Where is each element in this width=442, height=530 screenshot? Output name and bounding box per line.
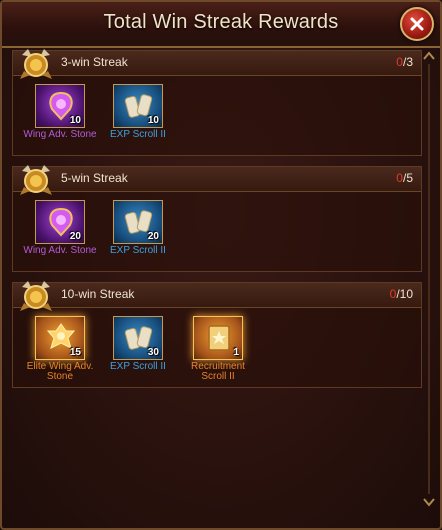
item-quantity: 10: [69, 115, 81, 126]
item-name: Recruitment Scroll II: [191, 361, 245, 382]
medal-icon: [20, 49, 52, 79]
medal-icon: [20, 165, 52, 195]
streak-section-3: 3-win Streak 0/3 10 Wing Adv. Stone 10 E…: [12, 49, 422, 156]
section-title: 3-win Streak: [61, 55, 128, 69]
scroll-track[interactable]: [428, 64, 430, 494]
item-slot: 1: [193, 316, 243, 360]
title-bar: Total Win Streak Rewards: [2, 2, 440, 48]
item-quantity: 20: [69, 231, 81, 242]
progress-current: 0: [396, 171, 403, 185]
streak-progress: 0/3: [396, 55, 413, 69]
item-name: EXP Scroll II: [110, 245, 166, 256]
progress-total: /5: [402, 171, 413, 185]
scrollbar[interactable]: [422, 50, 436, 508]
item-slot: 20: [35, 200, 85, 244]
item-slot: 10: [35, 84, 85, 128]
chevron-down-icon[interactable]: [422, 496, 436, 508]
item-quantity: 20: [147, 231, 159, 242]
streak-section-10: 10-win Streak 0/10 15 Elite Wing Adv. St…: [12, 281, 422, 388]
item-quantity: 1: [233, 347, 239, 358]
chevron-up-icon[interactable]: [422, 50, 436, 62]
streak-section-5: 5-win Streak 0/5 20 Wing Adv. Stone 20 E…: [12, 165, 422, 272]
reward-item[interactable]: 15 Elite Wing Adv. Stone: [23, 316, 97, 382]
reward-item[interactable]: 20 EXP Scroll II: [101, 200, 175, 256]
progress-total: /3: [402, 55, 413, 69]
item-quantity: 10: [147, 115, 159, 126]
item-name: Wing Adv. Stone: [23, 129, 97, 140]
item-name: EXP Scroll II: [110, 361, 166, 372]
item-name: Elite Wing Adv. Stone: [26, 361, 94, 382]
reward-item[interactable]: 10 EXP Scroll II: [101, 84, 175, 140]
window-title: Total Win Streak Rewards: [103, 11, 339, 33]
close-button[interactable]: [400, 7, 434, 41]
section-header: 5-win Streak 0/5: [13, 165, 421, 195]
section-title: 5-win Streak: [61, 171, 128, 185]
section-header: 3-win Streak 0/3: [13, 49, 421, 79]
streak-progress: 0/5: [396, 171, 413, 185]
item-name: Wing Adv. Stone: [23, 245, 97, 256]
item-slot: 20: [113, 200, 163, 244]
item-quantity: 30: [147, 347, 159, 358]
streak-progress: 0/10: [390, 287, 413, 301]
section-title: 10-win Streak: [61, 287, 135, 301]
item-quantity: 15: [69, 347, 81, 358]
medal-icon: [20, 281, 52, 311]
reward-item[interactable]: 30 EXP Scroll II: [101, 316, 175, 372]
item-slot: 10: [113, 84, 163, 128]
rewards-window: Total Win Streak Rewards 3-win Streak 0/…: [0, 0, 442, 530]
reward-item[interactable]: 10 Wing Adv. Stone: [23, 84, 97, 140]
item-slot: 15: [35, 316, 85, 360]
close-icon: [410, 17, 424, 31]
item-slot: 30: [113, 316, 163, 360]
recruitment-scroll-icon: [208, 325, 230, 351]
reward-item[interactable]: 20 Wing Adv. Stone: [23, 200, 97, 256]
item-name: EXP Scroll II: [110, 129, 166, 140]
progress-total: /10: [396, 287, 413, 301]
section-header: 10-win Streak 0/10: [13, 281, 421, 311]
rewards-list: 3-win Streak 0/3 10 Wing Adv. Stone 10 E…: [12, 49, 422, 510]
progress-current: 0: [396, 55, 403, 69]
reward-item[interactable]: 1 Recruitment Scroll II: [181, 316, 255, 382]
